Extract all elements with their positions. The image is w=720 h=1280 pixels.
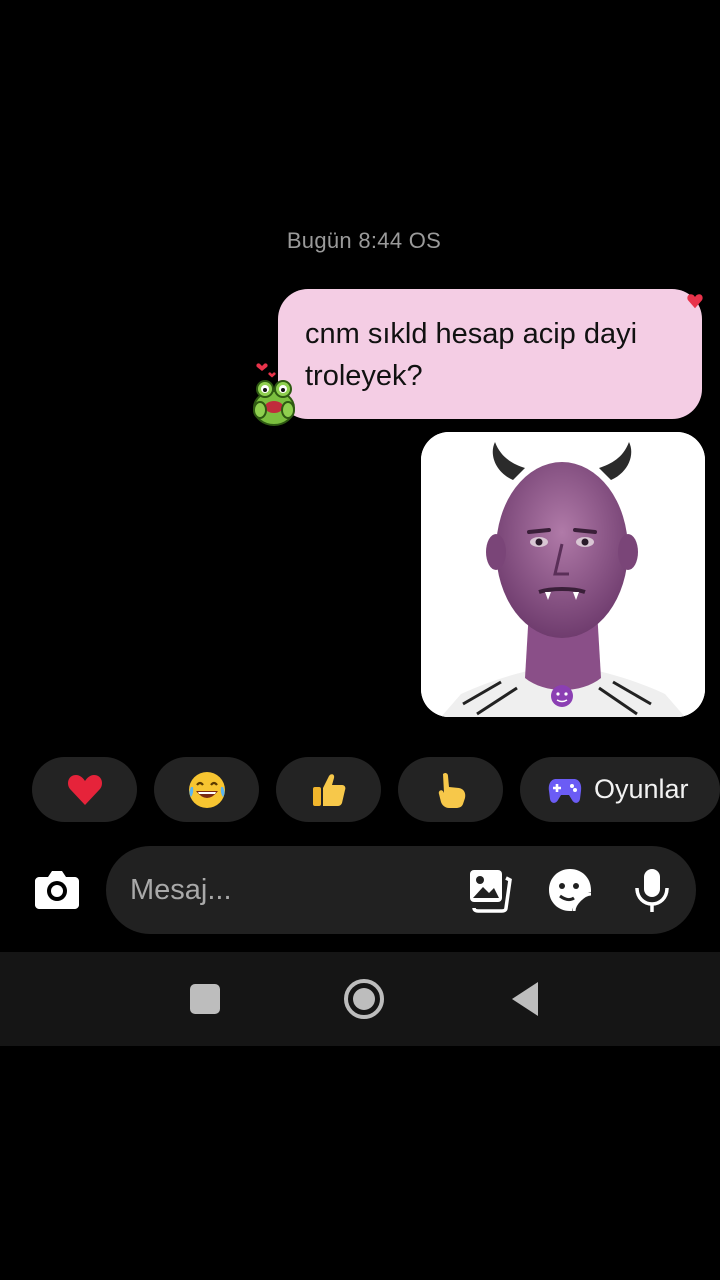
sticker-icon[interactable] bbox=[546, 866, 594, 914]
quick-reactions: Oyunlar bbox=[32, 757, 720, 822]
system-nav-bar bbox=[0, 952, 720, 1046]
frog-sticker-icon[interactable] bbox=[250, 362, 298, 426]
games-button[interactable]: Oyunlar bbox=[520, 757, 720, 822]
devil-photo bbox=[421, 432, 705, 717]
message-text: cnm sıkld hesap acip dayi troleyek? bbox=[305, 318, 638, 392]
message-bubble[interactable]: cnm sıkld hesap acip dayi troleyek? bbox=[278, 289, 702, 419]
pointing-hand-icon bbox=[438, 772, 465, 808]
tears-of-joy-icon bbox=[188, 771, 225, 808]
react-heart-button[interactable] bbox=[32, 757, 137, 822]
red-heart-icon bbox=[67, 774, 102, 805]
react-point-button[interactable] bbox=[398, 757, 503, 822]
thumbs-up-icon bbox=[312, 773, 345, 806]
message-input[interactable] bbox=[130, 870, 450, 910]
home-icon[interactable] bbox=[341, 976, 387, 1022]
microphone-icon[interactable] bbox=[628, 866, 676, 914]
message-composer bbox=[106, 846, 696, 934]
react-laugh-button[interactable] bbox=[154, 757, 259, 822]
heart-reaction-icon bbox=[687, 294, 703, 309]
react-thumbs-up-button[interactable] bbox=[276, 757, 381, 822]
back-icon[interactable] bbox=[502, 976, 548, 1022]
recents-icon[interactable] bbox=[182, 976, 228, 1022]
message-image[interactable] bbox=[421, 432, 705, 717]
chat-timestamp: Bugün 8:44 OS bbox=[286, 228, 442, 253]
camera-icon[interactable] bbox=[33, 867, 81, 911]
gallery-icon[interactable] bbox=[466, 866, 514, 914]
game-controller-icon bbox=[548, 778, 582, 803]
games-label: Oyunlar bbox=[594, 774, 689, 804]
